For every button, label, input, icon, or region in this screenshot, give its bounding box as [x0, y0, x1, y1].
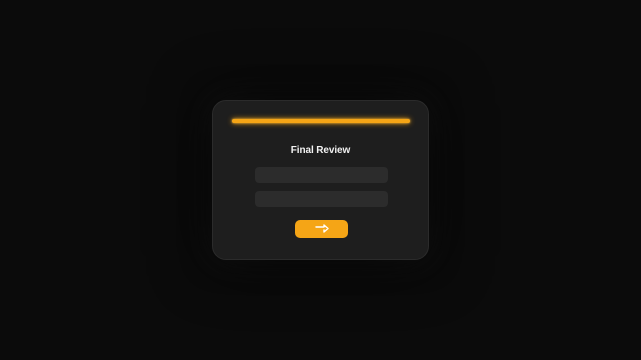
progress-bar: [232, 119, 410, 123]
page-background: Final Review: [0, 0, 641, 360]
form-card: Final Review: [212, 100, 429, 260]
submit-button[interactable]: [295, 220, 348, 238]
form-title: Final Review: [290, 145, 351, 156]
progress-bar-fill: [232, 119, 410, 123]
input-field-1[interactable]: [255, 167, 388, 183]
send-arrow-icon: [314, 224, 329, 233]
input-field-2[interactable]: [255, 191, 388, 207]
